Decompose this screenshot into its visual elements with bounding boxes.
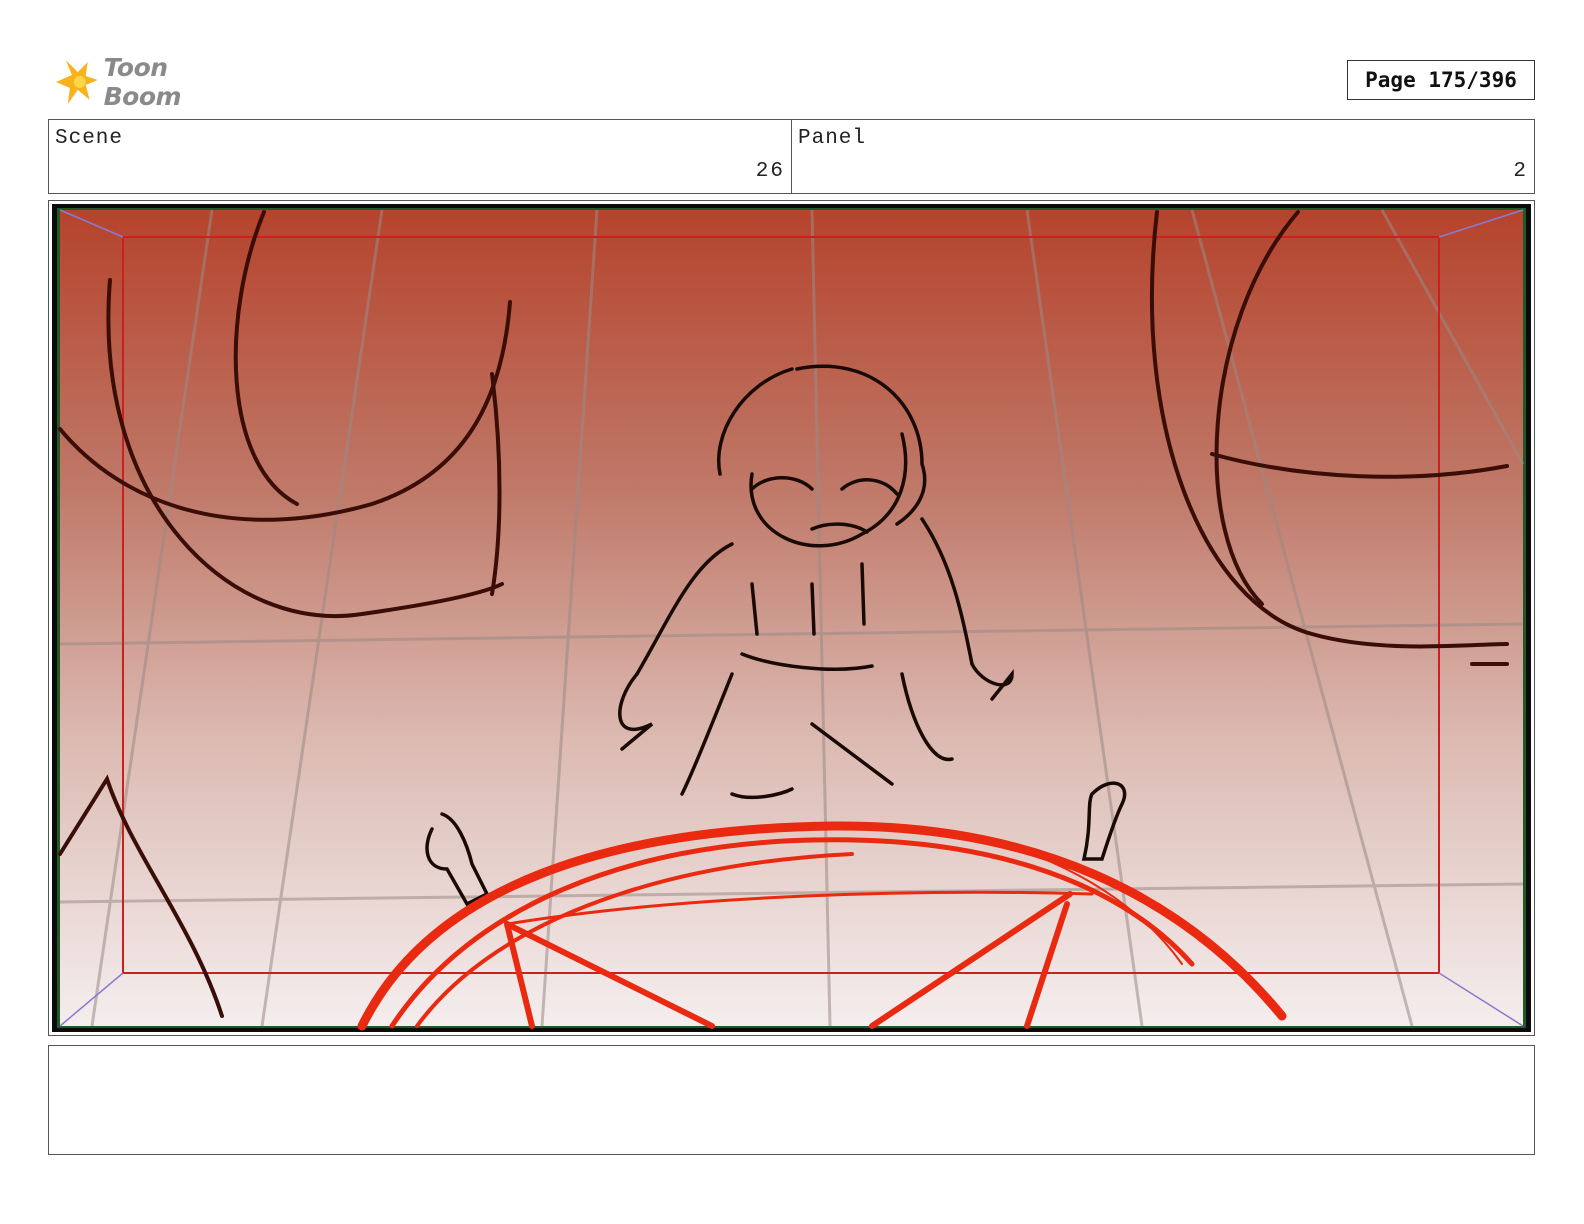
spark-icon (55, 60, 98, 104)
panel-value: 2 (1513, 160, 1528, 183)
toon-boom-logo: Toon Boom (52, 53, 252, 111)
scene-value: 26 (755, 160, 785, 183)
storyboard-panel-image (52, 204, 1531, 1032)
logo-text: Toon Boom (103, 53, 182, 111)
panel-cell: Panel 2 (791, 120, 1534, 193)
scene-panel-header: Scene 26 Panel 2 (48, 119, 1535, 194)
notes-box (48, 1045, 1535, 1155)
scene-label: Scene (55, 127, 124, 150)
scene-cell: Scene 26 (49, 120, 791, 193)
page-number: Page 175/396 (1347, 60, 1535, 100)
panel-label: Panel (798, 127, 867, 150)
